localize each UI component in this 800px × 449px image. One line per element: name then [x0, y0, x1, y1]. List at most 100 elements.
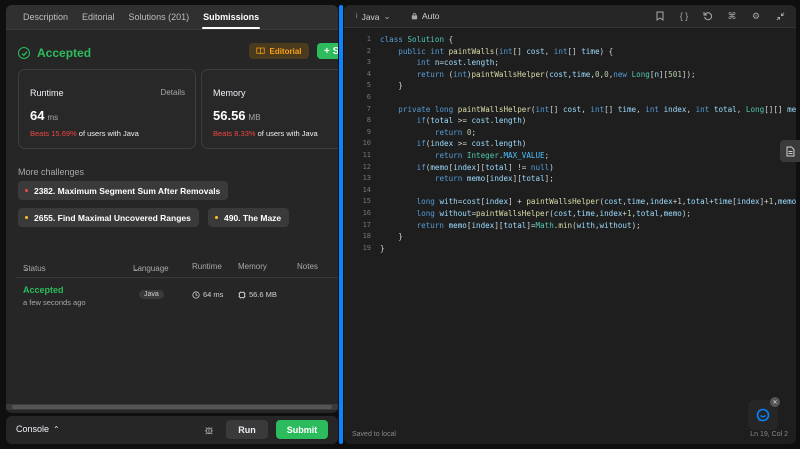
chip-icon	[238, 290, 246, 299]
info-icon: i	[356, 13, 358, 20]
run-button[interactable]: Run	[226, 420, 268, 439]
line-number: 13	[362, 174, 371, 183]
editorial-button[interactable]: Editorial	[249, 43, 309, 59]
submission-status[interactable]: Accepted	[23, 285, 64, 295]
notes-header: Notes	[297, 262, 318, 271]
medium-dot-icon	[215, 216, 218, 219]
code-line[interactable]: 3 int n=cost.length;	[344, 57, 796, 69]
editorial-label: Editorial	[269, 46, 302, 56]
code-line[interactable]: 13 return memo[index][total];	[344, 173, 796, 185]
tab-submissions[interactable]: Submissions	[196, 5, 266, 29]
line-number: 7	[366, 104, 371, 113]
code-line[interactable]: 19}	[344, 243, 796, 255]
reset-icon[interactable]	[702, 10, 714, 22]
line-content: return memo[index][total];	[434, 174, 554, 184]
medium-dot-icon	[25, 216, 28, 219]
runtime-card[interactable]: Runtime Details 64 ms Beats 15.69% of use…	[18, 69, 196, 149]
line-content: if(memo[index][total] != null)	[416, 162, 554, 172]
result-header: Accepted Editorial + S	[18, 43, 338, 63]
line-number: 3	[366, 58, 371, 67]
code-line[interactable]: 17 return memo[index][total]=Math.min(wi…	[344, 220, 796, 232]
code-line[interactable]: 2 public int paintWalls(int[] cost, int[…	[344, 46, 796, 58]
line-content: return (int)paintWallsHelper(cost,time,0…	[416, 69, 696, 79]
line-number: 2	[366, 46, 371, 55]
code-line[interactable]: 16 long without=paintWallsHelper(cost,ti…	[344, 208, 796, 220]
chat-icon	[756, 408, 770, 422]
bug-icon[interactable]	[204, 424, 214, 438]
line-content: }	[380, 81, 403, 91]
bookmark-icon[interactable]	[654, 10, 666, 22]
challenge-chip[interactable]: 2655. Find Maximal Uncovered Ranges	[18, 208, 199, 227]
chevron-down-icon: ⌄	[383, 11, 391, 21]
command-icon[interactable]: ⌘	[726, 10, 738, 22]
memory-value: 56.56 MB	[213, 108, 261, 123]
code-line[interactable]: 4 return (int)paintWallsHelper(cost,time…	[344, 69, 796, 81]
solution-button[interactable]: + S	[317, 43, 338, 59]
code-line[interactable]: 14	[344, 185, 796, 197]
panel-resize-handle[interactable]	[339, 5, 343, 444]
line-content: public int paintWalls(int[] cost, int[] …	[398, 46, 614, 56]
line-number: 14	[362, 185, 371, 194]
cursor-position: Ln 19, Col 2	[750, 431, 788, 438]
code-line[interactable]: 6	[344, 92, 796, 104]
more-challenges-title: More challenges	[18, 167, 85, 177]
table-row[interactable]: Accepted a few seconds ago Java 64 ms 56…	[16, 280, 338, 312]
scrollbar-thumb[interactable]	[12, 405, 332, 409]
code-editor-panel: i Java ⌄ Auto { } ⌘ ⚙ 1 class Solution {2…	[344, 5, 796, 444]
left-panel: Description Editorial Solutions (201) Su…	[6, 5, 338, 413]
submission-runtime: 64 ms	[192, 290, 223, 299]
runtime-header: Runtime	[192, 262, 222, 271]
challenge-chip[interactable]: 2382. Maximum Segment Sum After Removals	[18, 181, 229, 200]
challenge-chip[interactable]: 490. The Maze	[208, 208, 290, 227]
tab-description[interactable]: Description	[16, 5, 75, 29]
tab-bar: Description Editorial Solutions (201) Su…	[6, 5, 338, 30]
line-number: 8	[366, 116, 371, 125]
submit-button[interactable]: Submit	[276, 420, 328, 439]
notes-side-button[interactable]	[780, 140, 800, 162]
line-number: 11	[362, 150, 371, 159]
hard-dot-icon	[25, 189, 28, 192]
runtime-label: Runtime	[30, 88, 64, 98]
line-content: if(total >= cost.length)	[416, 116, 527, 126]
code-line[interactable]: 8 if(total >= cost.length)	[344, 115, 796, 127]
line-number: 10	[362, 139, 371, 148]
code-line[interactable]: 9 return 0;	[344, 127, 796, 139]
code-line[interactable]: 18 }	[344, 231, 796, 243]
clock-icon	[192, 290, 200, 299]
tab-editorial[interactable]: Editorial	[75, 5, 122, 29]
submissions-table-header: Status ⌄ Language ⌄ Runtime Memory Notes	[16, 260, 338, 278]
memory-beats: Beats 8.33% of users with Java	[213, 129, 318, 138]
lock-icon	[411, 12, 418, 20]
memory-card[interactable]: Memory 56.56 MB Beats 8.33% of users with…	[201, 69, 338, 149]
code-line[interactable]: 15 long with=cost[index] + paintWallsHel…	[344, 196, 796, 208]
code-area[interactable]: 1 class Solution {2 public int paintWalls…	[344, 34, 796, 254]
expand-icon[interactable]	[774, 10, 786, 22]
tab-solutions[interactable]: Solutions (201)	[122, 5, 197, 29]
line-number: 1	[366, 35, 371, 43]
chevron-down-icon: ⌄	[133, 264, 140, 273]
memory-label: Memory	[213, 88, 246, 98]
close-icon[interactable]: ✕	[770, 397, 780, 407]
code-line[interactable]: 7 private long paintWallsHelper(int[] co…	[344, 104, 796, 116]
line-content: return 0;	[434, 127, 477, 137]
console-bar: Console ⌃ Run Submit	[6, 416, 338, 444]
code-line[interactable]: 10 if(index >= cost.length)	[344, 138, 796, 150]
code-line[interactable]: 11 return Integer.MAX_VALUE;	[344, 150, 796, 162]
code-line[interactable]: 5 }	[344, 80, 796, 92]
code-line[interactable]: 1 class Solution {	[344, 34, 796, 46]
line-content: return memo[index][total]=Math.min(with,…	[416, 220, 641, 230]
result-status: Accepted	[37, 46, 92, 60]
braces-icon[interactable]: { }	[678, 10, 690, 22]
code-line[interactable]: 12 if(memo[index][total] != null)	[344, 162, 796, 174]
auto-mode-toggle[interactable]: Auto	[411, 11, 440, 21]
details-link[interactable]: Details	[161, 88, 185, 97]
horizontal-scrollbar[interactable]	[6, 404, 338, 410]
line-number: 4	[366, 69, 371, 78]
line-content: if(index >= cost.length)	[416, 139, 527, 149]
gear-icon[interactable]: ⚙	[750, 10, 762, 22]
language-select[interactable]: i Java ⌄	[356, 11, 391, 22]
console-toggle[interactable]: Console ⌃	[16, 424, 60, 434]
saved-status: Saved to local	[352, 431, 396, 438]
line-content: }	[380, 243, 385, 253]
check-circle-icon	[18, 47, 30, 59]
